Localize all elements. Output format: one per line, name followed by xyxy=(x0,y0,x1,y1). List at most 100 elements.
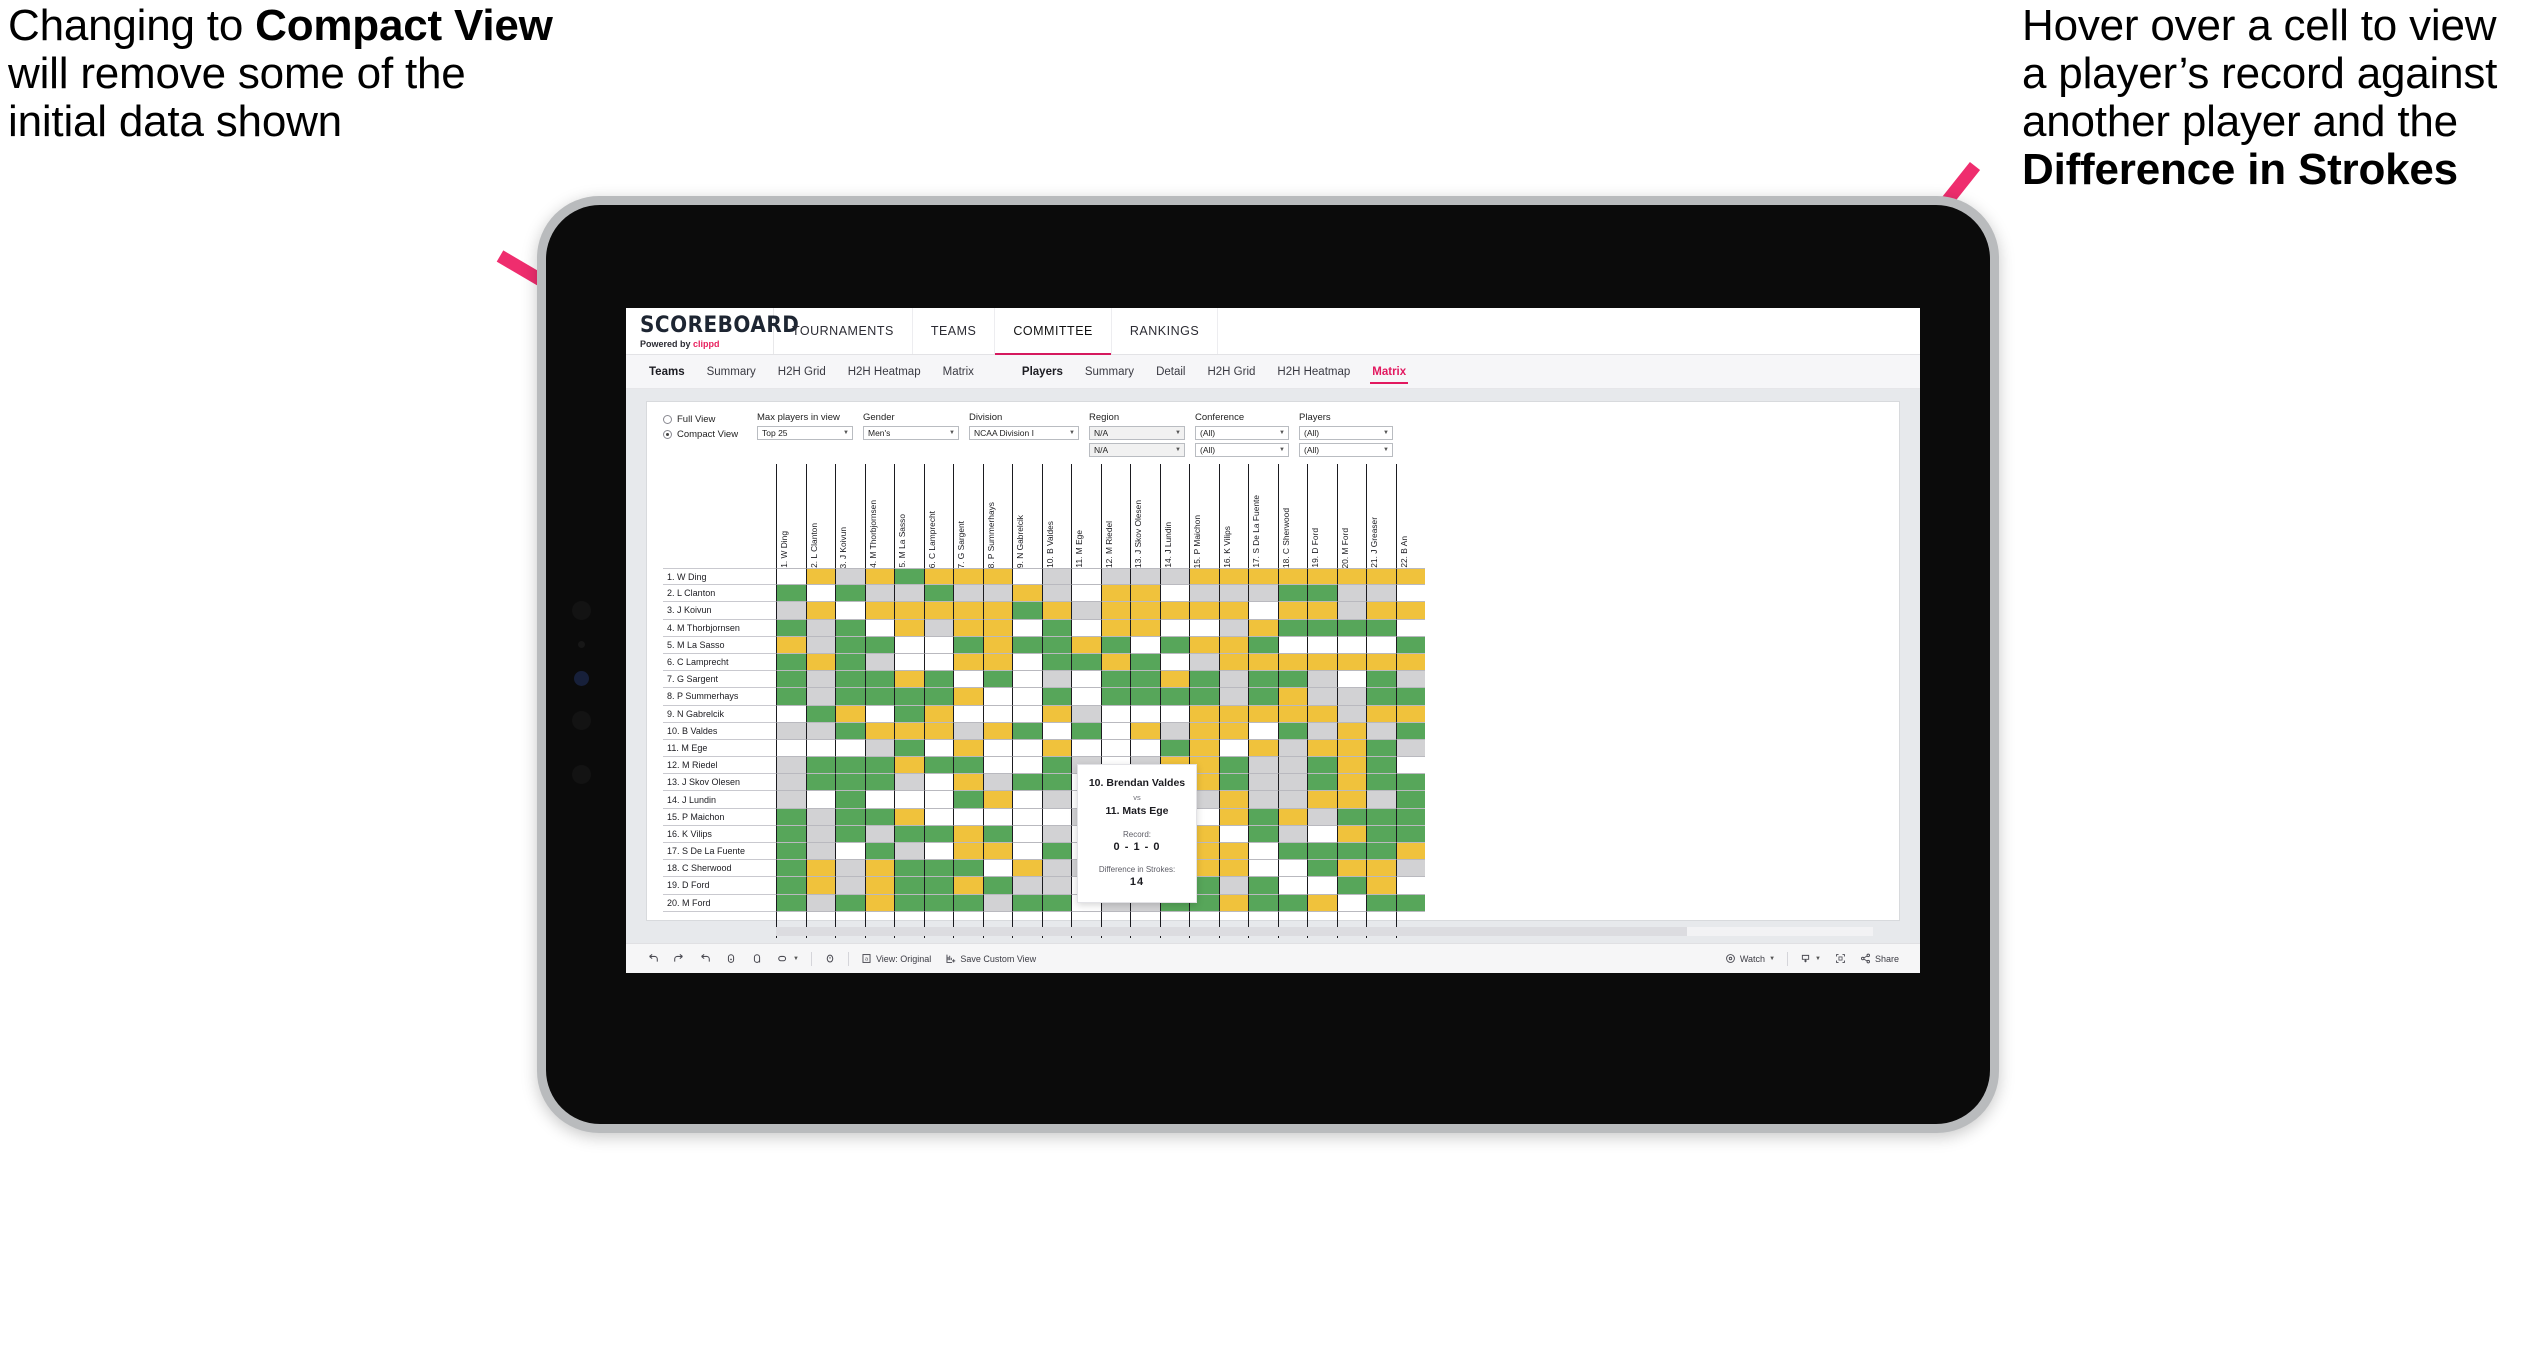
matrix-cell[interactable] xyxy=(1041,808,1071,826)
matrix-cell[interactable] xyxy=(805,739,835,758)
matrix-cell[interactable] xyxy=(894,722,924,740)
matrix-cell[interactable] xyxy=(982,894,1012,912)
matrix-cell[interactable] xyxy=(953,739,983,758)
matrix-cell[interactable] xyxy=(1395,722,1425,740)
matrix-cell[interactable] xyxy=(805,860,835,878)
matrix-cell[interactable] xyxy=(1041,860,1071,878)
matrix-cell[interactable] xyxy=(982,791,1012,809)
matrix-cell[interactable] xyxy=(776,894,806,912)
matrix-cell[interactable] xyxy=(1100,671,1130,689)
subnav-item-players[interactable]: Players xyxy=(1011,355,1074,389)
matrix-cell[interactable] xyxy=(1071,568,1101,586)
matrix-cell[interactable] xyxy=(835,739,865,758)
matrix-cell[interactable] xyxy=(894,739,924,758)
matrix-cell[interactable] xyxy=(1248,619,1278,637)
matrix-cell[interactable] xyxy=(1366,705,1396,723)
matrix-cell[interactable] xyxy=(1012,722,1042,740)
matrix-cell[interactable] xyxy=(835,705,865,723)
matrix-cell[interactable] xyxy=(835,636,865,654)
matrix-cell[interactable] xyxy=(1130,739,1160,758)
matrix-cell[interactable] xyxy=(776,653,806,672)
matrix-cell[interactable] xyxy=(1071,619,1101,637)
matrix-cell[interactable] xyxy=(776,671,806,689)
matrix-cell[interactable] xyxy=(1012,602,1042,620)
matrix-cell[interactable] xyxy=(805,825,835,843)
matrix-cell[interactable] xyxy=(864,877,894,895)
matrix-cell[interactable] xyxy=(1336,774,1366,792)
scrollbar-thumb[interactable] xyxy=(776,926,1687,936)
matrix-cell[interactable] xyxy=(923,568,953,586)
download-button[interactable]: ▼ xyxy=(1793,953,1828,964)
matrix-cell[interactable] xyxy=(1012,877,1042,895)
matrix-cell[interactable] xyxy=(1041,722,1071,740)
matrix-cell[interactable] xyxy=(894,791,924,809)
matrix-cell[interactable] xyxy=(982,843,1012,861)
matrix-cell[interactable] xyxy=(864,568,894,586)
matrix-cell[interactable] xyxy=(1100,705,1130,723)
horizontal-scrollbar[interactable] xyxy=(776,926,1873,936)
select-conference-1[interactable]: (All) ▼ xyxy=(1195,426,1289,440)
matrix-cell[interactable] xyxy=(1366,894,1396,912)
matrix-cell[interactable] xyxy=(1366,739,1396,758)
matrix-cell[interactable] xyxy=(864,619,894,637)
matrix-cell[interactable] xyxy=(1041,894,1071,912)
matrix-cell[interactable] xyxy=(1100,722,1130,740)
matrix-cell[interactable] xyxy=(1366,877,1396,895)
matrix-cell[interactable] xyxy=(835,791,865,809)
matrix-cell[interactable] xyxy=(805,653,835,672)
matrix-cell[interactable] xyxy=(1041,843,1071,861)
matrix-cell[interactable] xyxy=(1277,825,1307,843)
matrix-cell[interactable] xyxy=(1218,722,1248,740)
matrix-cell[interactable] xyxy=(982,825,1012,843)
matrix-cell[interactable] xyxy=(1248,774,1278,792)
matrix-cell[interactable] xyxy=(1159,602,1189,620)
matrix-cell[interactable] xyxy=(835,860,865,878)
matrix-cell[interactable] xyxy=(864,585,894,603)
select-region-2[interactable]: N/A ▼ xyxy=(1089,443,1185,457)
matrix-cell[interactable] xyxy=(1071,671,1101,689)
matrix-cell[interactable] xyxy=(1336,705,1366,723)
matrix-cell[interactable] xyxy=(923,791,953,809)
matrix-cell[interactable] xyxy=(1248,688,1278,706)
matrix-cell[interactable] xyxy=(1366,860,1396,878)
matrix-cell[interactable] xyxy=(864,843,894,861)
matrix-cell[interactable] xyxy=(1248,808,1278,826)
matrix-cell[interactable] xyxy=(864,808,894,826)
matrix-cell[interactable] xyxy=(1395,860,1425,878)
matrix-cell[interactable] xyxy=(1336,585,1366,603)
matrix-cell[interactable] xyxy=(1012,671,1042,689)
matrix-cell[interactable] xyxy=(835,808,865,826)
matrix-cell[interactable] xyxy=(953,774,983,792)
matrix-cell[interactable] xyxy=(1307,636,1337,654)
matrix-cell[interactable] xyxy=(1366,568,1396,586)
matrix-cell[interactable] xyxy=(982,653,1012,672)
matrix-cell[interactable] xyxy=(1218,843,1248,861)
matrix-cell[interactable] xyxy=(1277,688,1307,706)
matrix-cell[interactable] xyxy=(1218,774,1248,792)
matrix-cell[interactable] xyxy=(1218,688,1248,706)
matrix-cell[interactable] xyxy=(1336,653,1366,672)
matrix-cell[interactable] xyxy=(864,894,894,912)
matrix-cell[interactable] xyxy=(1395,671,1425,689)
matrix-cell[interactable] xyxy=(894,585,924,603)
matrix-cell[interactable] xyxy=(1012,619,1042,637)
matrix-cell[interactable] xyxy=(805,568,835,586)
matrix-cell[interactable] xyxy=(923,705,953,723)
matrix-cell[interactable] xyxy=(1100,688,1130,706)
matrix-cell[interactable] xyxy=(776,602,806,620)
matrix-cell[interactable] xyxy=(982,860,1012,878)
matrix-cell[interactable] xyxy=(1277,619,1307,637)
presentation-button[interactable]: ▼ xyxy=(770,953,806,965)
matrix-cell[interactable] xyxy=(1218,653,1248,672)
matrix-cell[interactable] xyxy=(1130,671,1160,689)
matrix-cell[interactable] xyxy=(1395,825,1425,843)
matrix-cell[interactable] xyxy=(1041,774,1071,792)
matrix-cell[interactable] xyxy=(1041,619,1071,637)
matrix-cell[interactable] xyxy=(864,757,894,775)
matrix-cell[interactable] xyxy=(1071,653,1101,672)
matrix-cell[interactable] xyxy=(1218,894,1248,912)
matrix-cell[interactable] xyxy=(982,568,1012,586)
subnav-item-players-h2h-grid[interactable]: H2H Grid xyxy=(1196,355,1266,389)
matrix-cell[interactable] xyxy=(1159,705,1189,723)
matrix-cell[interactable] xyxy=(1307,808,1337,826)
